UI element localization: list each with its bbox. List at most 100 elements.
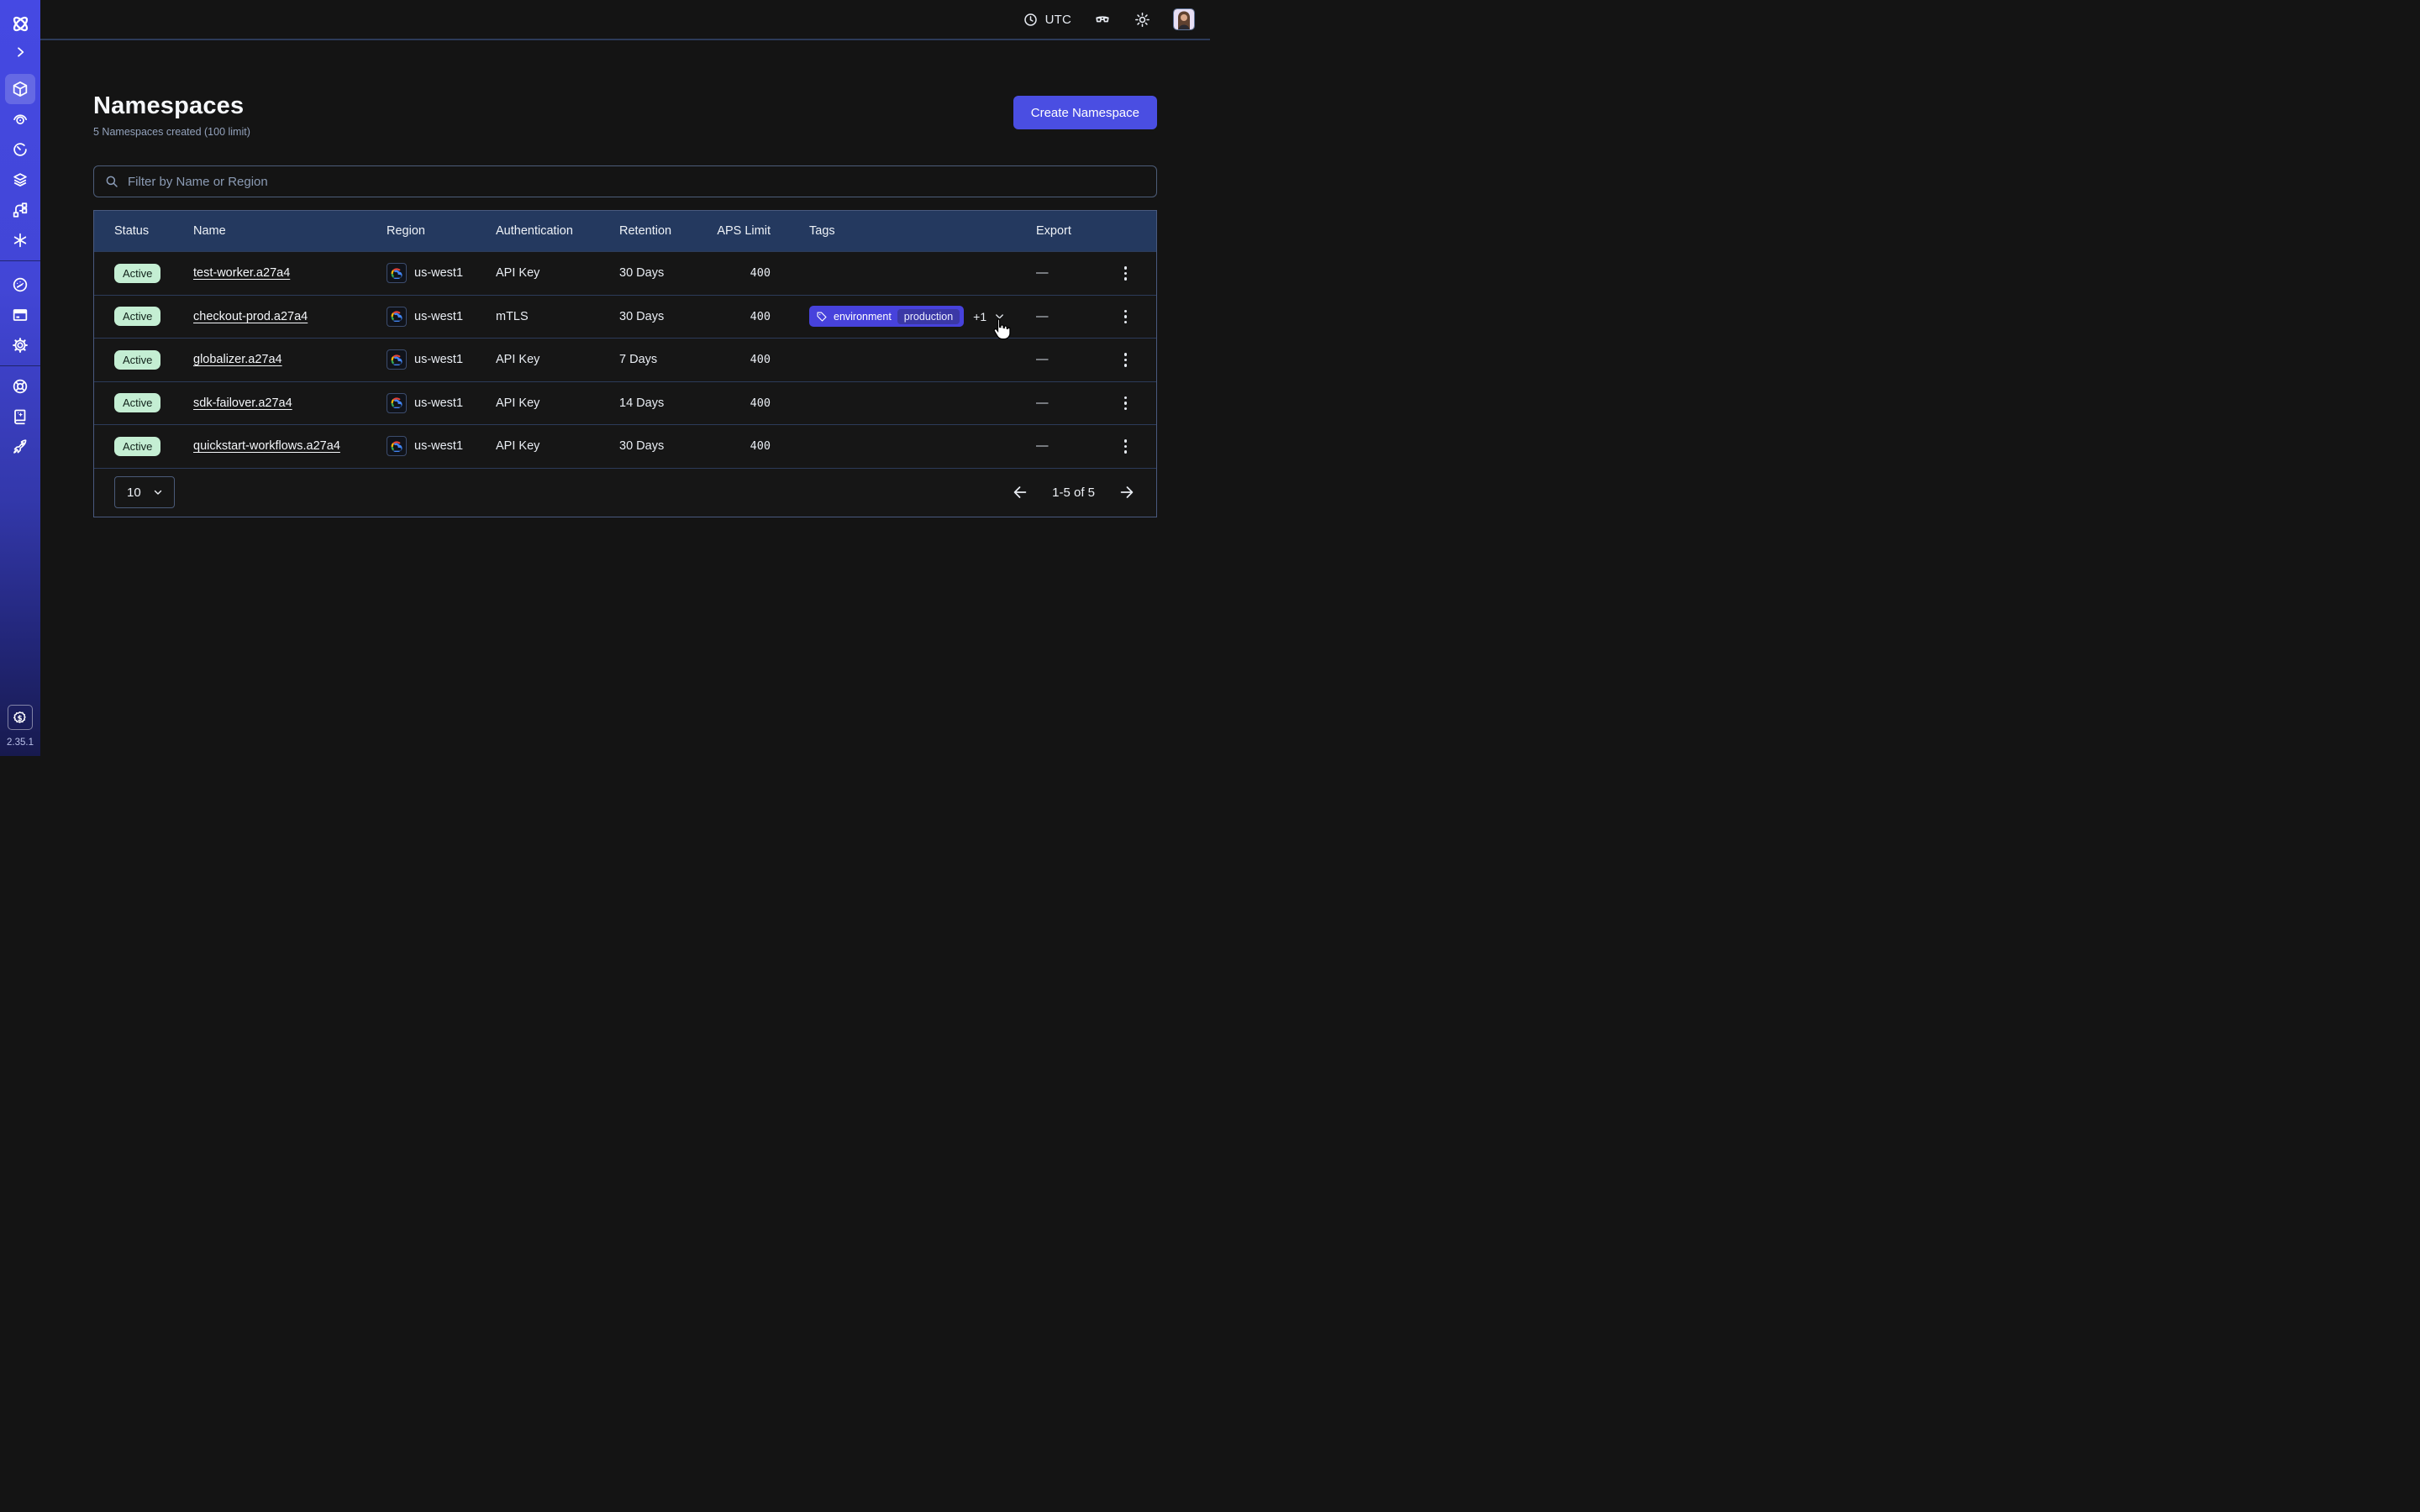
namespace-link[interactable]: test-worker.a27a4 (193, 266, 290, 280)
branch-icon (11, 201, 29, 219)
dollar-badge-icon[interactable]: $ (8, 705, 33, 730)
sidebar-item-schedules[interactable] (0, 134, 40, 165)
rocket-icon (11, 438, 29, 456)
timer-icon (11, 140, 29, 159)
namespace-link[interactable]: quickstart-workflows.a27a4 (193, 439, 340, 453)
row-menu-kebab-icon[interactable] (1115, 392, 1137, 414)
export-value: — (1036, 353, 1095, 366)
export-value: — (1036, 310, 1095, 323)
table-header-row: Status Name Region Authentication Retent… (94, 211, 1156, 251)
sidebar-item-nexus[interactable] (0, 195, 40, 225)
pagination-range: 1-5 of 5 (1052, 486, 1095, 500)
sidebar-item-docs[interactable] (0, 402, 40, 432)
book-icon (11, 407, 29, 426)
arrow-left-icon (1011, 483, 1029, 501)
sidebar-item-usage[interactable] (0, 270, 40, 300)
eye-icon (11, 110, 29, 129)
lifebuoy-icon (11, 377, 29, 396)
row-menu-kebab-icon[interactable] (1115, 306, 1137, 328)
column-header-status: Status (114, 224, 193, 238)
temporal-logo-icon[interactable] (0, 8, 40, 39)
sidebar-item-namespaces[interactable] (0, 74, 40, 104)
filter-input[interactable] (93, 165, 1157, 197)
retention: 14 Days (619, 396, 715, 410)
table-row: Active checkout-prod.a27a4 us-west1 mTLS… (94, 295, 1156, 339)
timezone-selector[interactable]: UTC (1023, 12, 1071, 28)
retention: 30 Days (619, 266, 715, 280)
tag-pill[interactable]: environment production (809, 306, 964, 327)
layers-icon (11, 171, 29, 189)
status-badge: Active (114, 393, 160, 412)
page-title: Namespaces (93, 92, 250, 120)
sidebar-item-integrations[interactable] (0, 225, 40, 255)
column-header-name: Name (193, 224, 387, 238)
auth-method: API Key (496, 396, 619, 410)
table-row: Active globalizer.a27a4 us-west1 API Key… (94, 338, 1156, 381)
namespace-link[interactable]: sdk-failover.a27a4 (193, 396, 292, 410)
aps-limit: 400 (715, 353, 809, 366)
export-value: — (1036, 396, 1095, 410)
asterisk-icon (11, 231, 29, 249)
namespace-link[interactable]: checkout-prod.a27a4 (193, 310, 308, 323)
sidebar-item-deployments[interactable] (0, 165, 40, 195)
sidebar-expand-chevron-icon[interactable] (0, 39, 40, 66)
sidebar: $ 2.35.1 (0, 0, 40, 756)
tags-expand-chevron-icon[interactable] (993, 310, 1006, 323)
aps-limit: 400 (715, 266, 809, 280)
row-menu-kebab-icon[interactable] (1115, 435, 1137, 457)
credit-card-icon (11, 306, 29, 324)
docs-glasses-button[interactable] (1093, 10, 1112, 29)
tags-cell: environment production +1 (809, 306, 1036, 327)
create-namespace-button[interactable]: Create Namespace (1013, 96, 1157, 129)
page-size-select[interactable]: 10 (114, 476, 175, 508)
sidebar-item-monitor[interactable] (0, 104, 40, 134)
sidebar-divider (0, 260, 40, 261)
tag-more-count: +1 (973, 310, 986, 323)
sidebar-item-settings[interactable] (0, 330, 40, 360)
retention: 30 Days (619, 439, 715, 453)
row-menu-kebab-icon[interactable] (1115, 262, 1137, 284)
clock-icon (1023, 12, 1039, 28)
region-label: us-west1 (414, 266, 463, 280)
topbar: UTC (40, 0, 1210, 40)
gauge-icon (11, 276, 29, 294)
previous-page-button[interactable] (1011, 483, 1029, 501)
gear-icon (11, 336, 29, 354)
status-badge: Active (114, 307, 160, 326)
row-menu-kebab-icon[interactable] (1115, 349, 1137, 370)
search-icon (104, 174, 119, 189)
main-content: Namespaces 5 Namespaces created (100 lim… (93, 40, 1157, 517)
sun-icon (1134, 11, 1151, 29)
sidebar-item-support[interactable] (0, 371, 40, 402)
sidebar-footer: $ 2.35.1 (7, 705, 34, 756)
chevron-down-icon (152, 486, 164, 498)
column-header-retention: Retention (619, 224, 715, 238)
column-header-tags: Tags (809, 224, 1036, 238)
gcp-cloud-icon (387, 393, 407, 413)
gcp-cloud-icon (387, 263, 407, 283)
avatar-image (1174, 9, 1194, 29)
column-header-export: Export (1036, 224, 1095, 238)
sidebar-item-billing[interactable] (0, 300, 40, 330)
sidebar-divider (0, 365, 40, 366)
gcp-cloud-icon (387, 349, 407, 370)
column-header-region: Region (387, 224, 496, 238)
namespace-link[interactable]: globalizer.a27a4 (193, 353, 282, 366)
theme-toggle-button[interactable] (1134, 11, 1151, 29)
tag-value: production (897, 309, 960, 324)
sidebar-item-getting-started[interactable] (0, 432, 40, 462)
retention: 30 Days (619, 310, 715, 323)
auth-method: API Key (496, 439, 619, 453)
status-badge: Active (114, 437, 160, 456)
arrow-right-icon (1118, 483, 1136, 501)
tag-icon (816, 311, 828, 323)
table-footer: 10 1-5 of 5 (94, 468, 1156, 517)
next-page-button[interactable] (1118, 483, 1136, 501)
user-avatar[interactable] (1173, 8, 1195, 30)
glasses-icon (1093, 10, 1112, 29)
status-badge: Active (114, 350, 160, 370)
aps-limit: 400 (715, 439, 809, 453)
region-label: us-west1 (414, 353, 463, 366)
column-header-authentication: Authentication (496, 224, 619, 238)
page-subtitle: 5 Namespaces created (100 limit) (93, 126, 250, 138)
